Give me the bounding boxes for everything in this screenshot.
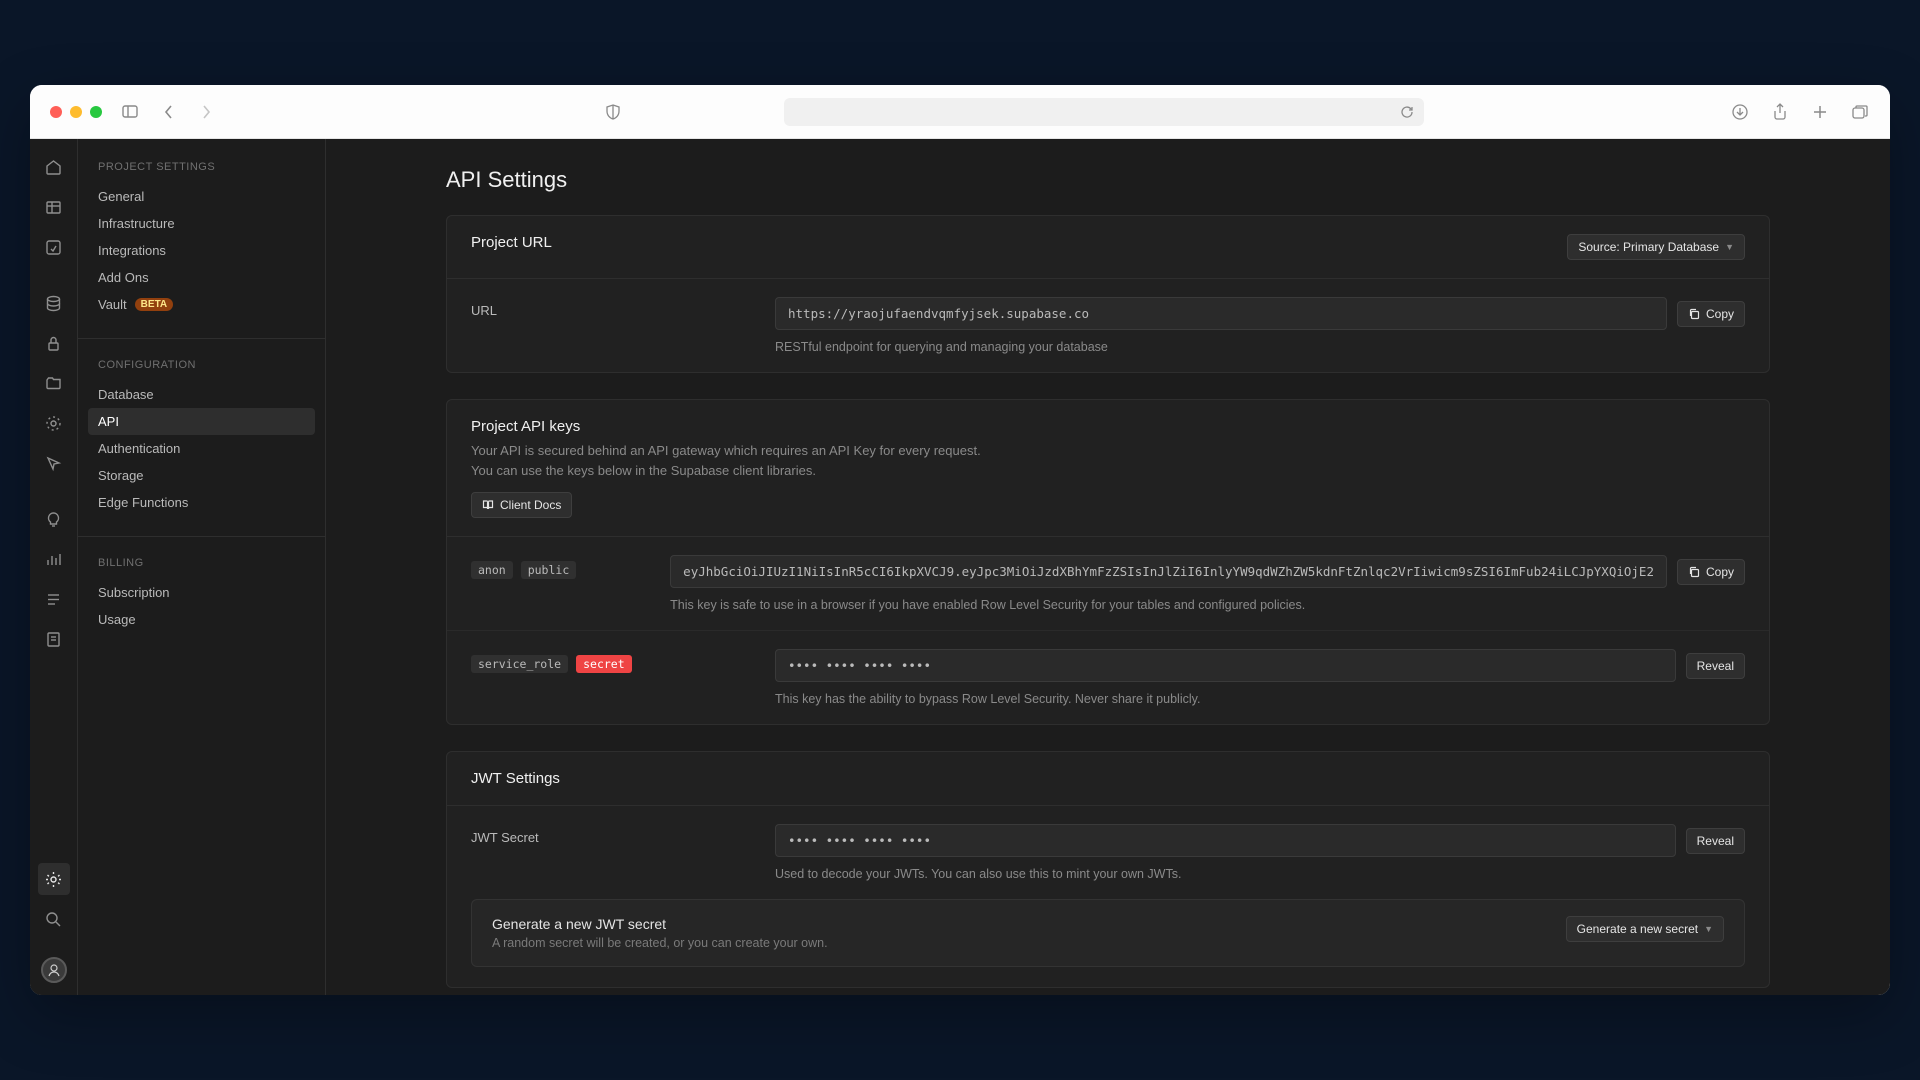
panel-title-api-keys: Project API keys (471, 418, 580, 435)
sidebar-item-subscription[interactable]: Subscription (88, 579, 315, 606)
sidebar-separator (78, 338, 325, 339)
project-url-help: RESTful endpoint for querying and managi… (775, 340, 1745, 354)
copy-url-button[interactable]: Copy (1677, 301, 1745, 327)
rail-settings-icon[interactable] (38, 863, 70, 895)
tag-anon: anon (471, 561, 513, 579)
rail-realtime-icon[interactable] (38, 447, 70, 479)
rail-edge-functions-icon[interactable] (38, 407, 70, 439)
shield-icon[interactable] (603, 102, 623, 122)
forward-icon[interactable] (196, 102, 216, 122)
client-docs-button[interactable]: Client Docs (471, 492, 572, 518)
rail-storage-icon[interactable] (38, 367, 70, 399)
row-label-jwt-secret: JWT Secret (471, 824, 751, 845)
address-bar[interactable] (784, 98, 1424, 126)
generate-jwt-button[interactable]: Generate a new secret ▼ (1566, 916, 1724, 942)
sidebar: PROJECT SETTINGS General Infrastructure … (78, 139, 326, 995)
panel-title-project-url: Project URL (471, 234, 552, 251)
rail-logs-icon[interactable] (38, 583, 70, 615)
browser-window: PROJECT SETTINGS General Infrastructure … (30, 85, 1890, 995)
share-icon[interactable] (1770, 102, 1790, 122)
sidebar-separator (78, 536, 325, 537)
sidebar-item-infrastructure[interactable]: Infrastructure (88, 210, 315, 237)
rail-auth-icon[interactable] (38, 327, 70, 359)
book-icon (482, 499, 494, 511)
anon-key-field[interactable]: eyJhbGciOiJIUzI1NiIsInR5cCI6IkpXVCJ9.eyJ… (670, 555, 1667, 588)
traffic-lights (50, 106, 102, 118)
traffic-light-maximize[interactable] (90, 106, 102, 118)
tabs-overview-icon[interactable] (1850, 102, 1870, 122)
sidebar-item-add-ons[interactable]: Add Ons (88, 264, 315, 291)
sidebar-item-config-database[interactable]: Database (88, 381, 315, 408)
rail-home-icon[interactable] (38, 151, 70, 183)
page-title: API Settings (446, 167, 1770, 193)
jwt-secret-field[interactable]: •••• •••• •••• •••• (775, 824, 1676, 857)
sidebar-item-usage[interactable]: Usage (88, 606, 315, 633)
service-key-field[interactable]: •••• •••• •••• •••• (775, 649, 1676, 682)
panel-project-url: Project URL Source: Primary Database ▼ U… (446, 215, 1770, 373)
sidebar-heading-billing: BILLING (88, 553, 315, 579)
copy-icon (1688, 566, 1700, 578)
sidebar-toggle-icon[interactable] (120, 102, 140, 122)
service-key-help: This key has the ability to bypass Row L… (775, 692, 1745, 706)
generate-jwt-subtitle: A random secret will be created, or you … (492, 936, 828, 950)
traffic-light-minimize[interactable] (70, 106, 82, 118)
rail-search-icon[interactable] (38, 903, 70, 935)
content: API Settings Project URL Source: Primary… (326, 139, 1890, 995)
panel-api-keys: Project API keys Your API is secured beh… (446, 399, 1770, 725)
panel-title-jwt: JWT Settings (471, 770, 560, 787)
sidebar-item-vault[interactable]: Vault BETA (88, 291, 315, 318)
tag-secret: secret (576, 655, 632, 673)
reveal-jwt-button[interactable]: Reveal (1686, 828, 1745, 854)
source-dropdown[interactable]: Source: Primary Database ▼ (1567, 234, 1745, 260)
row-label-url: URL (471, 297, 751, 318)
copy-anon-key-button[interactable]: Copy (1677, 559, 1745, 585)
rail-advisor-icon[interactable] (38, 503, 70, 535)
tag-public: public (521, 561, 577, 579)
panel-desc-api-keys: Your API is secured behind an API gatewa… (471, 441, 981, 480)
generate-jwt-title: Generate a new JWT secret (492, 916, 828, 932)
sidebar-item-edge-functions[interactable]: Edge Functions (88, 489, 315, 516)
copy-icon (1688, 308, 1700, 320)
panel-jwt: JWT Settings JWT Secret •••• •••• •••• •… (446, 751, 1770, 988)
user-avatar[interactable] (41, 957, 67, 983)
chevron-down-icon: ▼ (1725, 242, 1734, 252)
icon-rail (30, 139, 78, 995)
back-icon[interactable] (158, 102, 178, 122)
sidebar-item-general[interactable]: General (88, 183, 315, 210)
anon-key-tags: anon public (471, 561, 646, 579)
sidebar-heading-project-settings: PROJECT SETTINGS (88, 157, 315, 183)
anon-key-help: This key is safe to use in a browser if … (670, 598, 1745, 612)
sidebar-item-authentication[interactable]: Authentication (88, 435, 315, 462)
sidebar-item-api[interactable]: API (88, 408, 315, 435)
sidebar-heading-configuration: CONFIGURATION (88, 355, 315, 381)
browser-chrome (30, 85, 1890, 139)
generate-jwt-card: Generate a new JWT secret A random secre… (471, 899, 1745, 967)
new-tab-icon[interactable] (1810, 102, 1830, 122)
app: PROJECT SETTINGS General Infrastructure … (30, 139, 1890, 995)
sidebar-item-config-storage[interactable]: Storage (88, 462, 315, 489)
beta-badge: BETA (135, 298, 173, 311)
download-icon[interactable] (1730, 102, 1750, 122)
rail-database-icon[interactable] (38, 287, 70, 319)
service-key-tags: service_role secret (471, 655, 751, 673)
tag-service-role: service_role (471, 655, 568, 673)
project-url-field[interactable]: https://yraojufaendvqmfyjsek.supabase.co (775, 297, 1667, 330)
traffic-light-close[interactable] (50, 106, 62, 118)
reveal-service-key-button[interactable]: Reveal (1686, 653, 1745, 679)
rail-reports-icon[interactable] (38, 543, 70, 575)
jwt-secret-help: Used to decode your JWTs. You can also u… (775, 867, 1745, 881)
chevron-down-icon: ▼ (1704, 924, 1713, 934)
rail-sql-editor-icon[interactable] (38, 231, 70, 263)
rail-api-docs-icon[interactable] (38, 623, 70, 655)
rail-table-editor-icon[interactable] (38, 191, 70, 223)
sidebar-item-integrations[interactable]: Integrations (88, 237, 315, 264)
reload-icon[interactable] (1401, 105, 1414, 119)
